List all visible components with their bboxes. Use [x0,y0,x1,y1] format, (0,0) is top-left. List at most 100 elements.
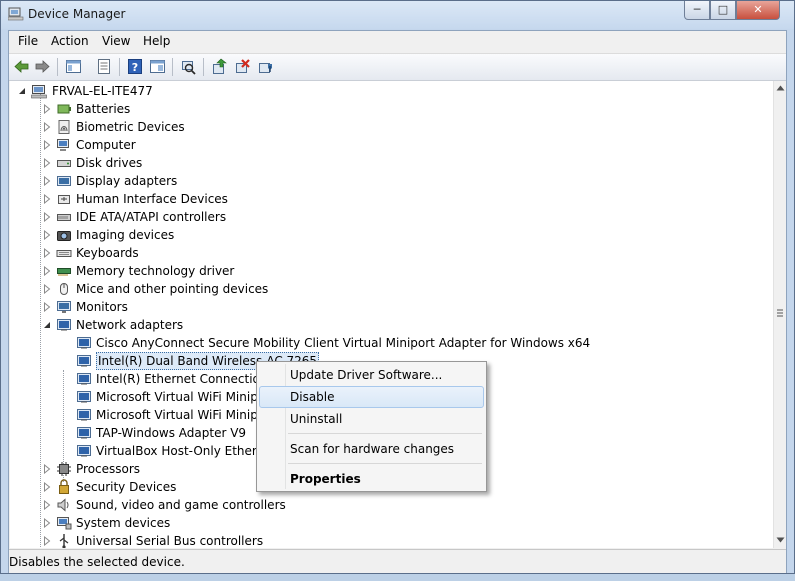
tree-item-disk-drives[interactable]: Disk drives [10,154,770,172]
camera-icon [57,231,71,241]
status-bar: Disables the selected device. [9,549,786,573]
expand-arrow-icon[interactable] [43,140,51,150]
battery-icon [57,104,71,114]
expand-arrow-icon[interactable] [43,518,51,528]
expand-arrow-icon[interactable] [43,194,51,204]
scroll-thumb-grip-icon[interactable] [777,308,783,318]
expand-arrow-icon[interactable] [43,266,51,276]
scan-hardware-icon[interactable] [180,58,197,75]
tree-item-display-adapters[interactable]: Display adapters [10,172,770,190]
menu-help[interactable]: Help [143,34,170,48]
tree-item-keyboards[interactable]: Keyboards [10,244,770,262]
network-adapter-icon [77,391,91,403]
uninstall-icon[interactable] [234,58,251,75]
scan-hardware-menu-item[interactable]: Scan for hardware changes [259,438,484,460]
tree-item-system-devices[interactable]: System devices [10,514,770,532]
tree-item-universal-serial-bus-controllers[interactable]: Universal Serial Bus controllers [10,532,770,548]
tree-item-label: TAP-Windows Adapter V9 [96,426,247,440]
tree-item-computer[interactable]: Computer [10,136,770,154]
network-adapter-icon [77,445,91,457]
window-title: Device Manager [28,7,126,21]
expand-arrow-icon[interactable] [43,536,51,546]
expand-arrow-icon[interactable] [43,482,51,492]
toolbar-separator [172,58,173,76]
network-adapter-icon [77,355,91,367]
tree-item-label: Display adapters [76,174,178,188]
tree-item-label: Processors [76,462,141,476]
help-icon[interactable]: ? [127,58,144,75]
show-hide-tree-icon[interactable] [65,58,82,75]
monitor-icon [57,301,71,313]
expand-arrow-icon[interactable] [43,302,51,312]
minimize-button[interactable]: ─ [684,1,710,20]
toolbar-separator [203,58,204,76]
uninstall-menu-item[interactable]: Uninstall [259,408,484,430]
tree-item-ide-ata-atapi-controllers[interactable]: IDE ATA/ATAPI controllers [10,208,770,226]
computer-icon [57,139,69,151]
network-adapter-icon [77,409,91,421]
tree-item-label: Microsoft Virtual WiFi Miniport [96,408,275,422]
svg-text:?: ? [132,61,138,74]
tree-item-sound-video-and-game-controllers[interactable]: Sound, video and game controllers [10,496,770,514]
close-button[interactable]: ✕ [736,1,780,20]
expand-arrow-icon[interactable] [43,104,51,114]
expand-arrow-icon[interactable] [43,230,51,240]
action-pane-icon[interactable] [149,58,166,75]
collapse-arrow-icon[interactable] [18,86,26,96]
tree-item-batteries[interactable]: Batteries [10,100,770,118]
context-menu: Update Driver Software... Disable Uninst… [256,361,487,492]
expand-arrow-icon[interactable] [43,464,51,474]
expand-arrow-icon[interactable] [43,158,51,168]
tree-item-human-interface-devices[interactable]: Human Interface Devices [10,190,770,208]
tree-item-biometric-devices[interactable]: Biometric Devices [10,118,770,136]
keyboard-icon [56,250,72,257]
ide-controller-icon [57,214,71,221]
sound-icon [57,498,69,512]
tree-item-memory-technology-driver[interactable]: Memory technology driver [10,262,770,280]
tree-item-label: Monitors [76,300,128,314]
menu-file[interactable]: File [18,34,38,48]
toolbar-separator [119,58,120,76]
back-icon[interactable] [13,58,30,75]
tree-item-label: Disk drives [76,156,143,170]
tree-item-imaging-devices[interactable]: Imaging devices [10,226,770,244]
vertical-scrollbar[interactable] [773,81,786,548]
menu-separator [288,433,482,434]
expand-arrow-icon[interactable] [43,500,51,510]
forward-icon[interactable] [34,58,51,75]
scroll-down-arrow-icon[interactable] [776,537,785,543]
menu-view[interactable]: View [102,34,130,48]
network-adapter-item[interactable]: Cisco AnyConnect Secure Mobility Client … [10,334,770,352]
maximize-button[interactable]: □ [710,1,736,20]
tree-item-monitors[interactable]: Monitors [10,298,770,316]
disable-device-icon[interactable] [257,58,274,75]
network-adapter-icon [77,337,91,349]
collapse-arrow-icon[interactable] [43,320,51,330]
tree-item-label: Memory technology driver [76,264,235,278]
tree-item-mice-and-other-pointing-devices[interactable]: Mice and other pointing devices [10,280,770,298]
tree-item-label: Security Devices [76,480,177,494]
security-device-icon [59,479,69,494]
properties-menu-item[interactable]: Properties [259,468,484,490]
toolbar: ? [9,54,786,81]
scroll-up-arrow-icon[interactable] [776,85,785,91]
update-driver-icon[interactable] [211,58,228,75]
disk-drive-icon [57,160,71,167]
tree-item-label: Network adapters [76,318,184,332]
expand-arrow-icon[interactable] [43,212,51,222]
tree-item-label: Sound, video and game controllers [76,498,286,512]
expand-arrow-icon[interactable] [43,284,51,294]
hid-icon [58,195,70,204]
properties-icon[interactable] [96,58,113,75]
expand-arrow-icon[interactable] [43,248,51,258]
title-bar[interactable]: Device Manager ─ □ ✕ [1,1,794,29]
expand-arrow-icon[interactable] [43,176,51,186]
usb-icon [59,534,69,548]
disable-menu-item[interactable]: Disable [259,386,484,408]
tree-item-network-adapters[interactable]: Network adapters [10,316,770,334]
update-driver-menu-item[interactable]: Update Driver Software... [259,364,484,386]
expand-arrow-icon[interactable] [43,122,51,132]
tree-root[interactable]: FRVAL-EL-ITE477 [10,82,310,100]
system-device-icon [57,517,72,530]
menu-action[interactable]: Action [51,34,89,48]
